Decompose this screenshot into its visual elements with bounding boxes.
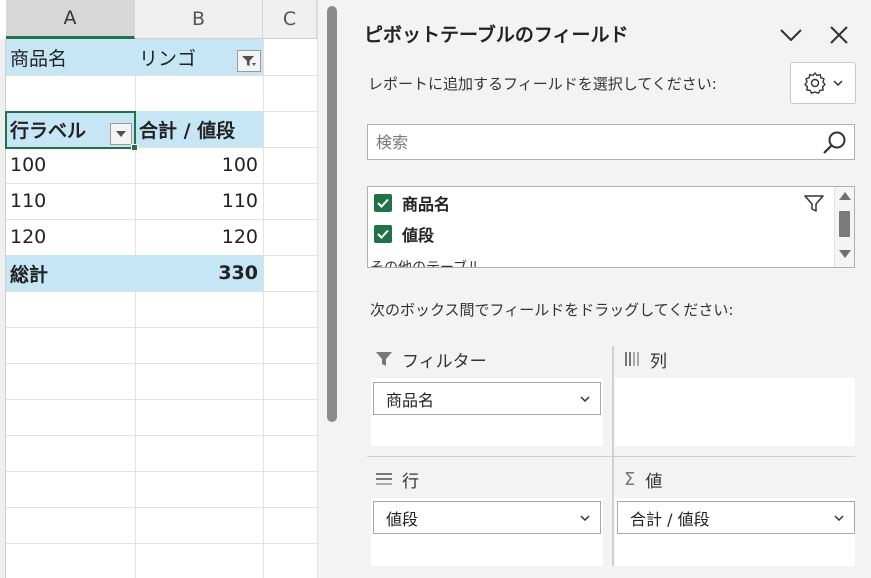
excel-window: A B C 商品名 リンゴ 行ラベル 合計 / 値段 100 100 110 1… bbox=[0, 0, 871, 578]
chip-label: 合計 / 値段 bbox=[630, 509, 710, 529]
grid-line bbox=[6, 507, 317, 508]
value-cell[interactable]: 100 bbox=[135, 147, 263, 183]
grid-line bbox=[6, 75, 317, 76]
row-labels-dropdown-button[interactable] bbox=[110, 123, 132, 145]
field-item-product[interactable]: 商品名 bbox=[374, 189, 450, 217]
pane-options-button[interactable] bbox=[778, 22, 804, 48]
column-header-c[interactable]: C bbox=[263, 0, 317, 39]
chevron-down-icon[interactable] bbox=[580, 395, 590, 402]
pivot-field-pane: ピボットテーブルのフィールド レポートに追加するフィールドを選択してください: bbox=[348, 0, 871, 578]
fill-handle[interactable] bbox=[131, 144, 138, 151]
grid-line bbox=[6, 435, 317, 436]
scrollbar-thumb[interactable] bbox=[327, 6, 337, 422]
field-search-input[interactable] bbox=[368, 125, 808, 159]
field-item-label: 値段 bbox=[402, 226, 435, 245]
field-list-scrollbar[interactable] bbox=[834, 187, 854, 267]
columns-area-label: 列 bbox=[650, 351, 667, 372]
chevron-down-icon[interactable] bbox=[580, 514, 590, 521]
areas-instruction: 次のボックス間でフィールドをドラッグしてください: bbox=[370, 301, 734, 319]
search-icon[interactable] bbox=[822, 130, 848, 156]
field-search-box bbox=[367, 124, 855, 160]
rows-area-label: 行 bbox=[402, 471, 419, 492]
chip-label: 値段 bbox=[386, 509, 419, 529]
filter-field-chip[interactable]: 商品名 bbox=[373, 382, 601, 415]
value-cell[interactable]: 120 bbox=[135, 219, 263, 255]
field-list: 商品名 値段 その他のテーブル... bbox=[367, 186, 855, 268]
value-field-chip[interactable]: 合計 / 値段 bbox=[617, 501, 855, 534]
scroll-down-arrow-icon[interactable] bbox=[839, 250, 851, 258]
scrollbar-thumb[interactable] bbox=[839, 211, 850, 237]
close-icon bbox=[830, 26, 848, 44]
chip-label: 商品名 bbox=[386, 390, 435, 410]
field-item-price[interactable]: 値段 bbox=[374, 220, 434, 248]
filters-area-header: フィルター bbox=[376, 347, 487, 372]
grid-line bbox=[6, 543, 317, 544]
grand-total-value-cell[interactable]: 330 bbox=[135, 255, 263, 291]
worksheet-grid: A B C 商品名 リンゴ 行ラベル 合計 / 値段 100 100 110 1… bbox=[0, 0, 317, 578]
chevron-down-icon bbox=[833, 80, 843, 86]
tools-button[interactable] bbox=[790, 62, 856, 104]
field-item-label: 商品名 bbox=[402, 195, 451, 214]
field-list-instruction: レポートに追加するフィールドを選択してください: bbox=[368, 75, 717, 93]
columns-area-header: 列 bbox=[624, 347, 667, 372]
grid-line bbox=[6, 363, 317, 364]
scroll-up-arrow-icon[interactable] bbox=[839, 192, 851, 200]
filters-area-label: フィルター bbox=[402, 351, 487, 372]
row-field-chip[interactable]: 値段 bbox=[373, 501, 601, 534]
chevron-down-icon[interactable] bbox=[834, 514, 844, 521]
values-area-header: Σ 値 bbox=[624, 467, 663, 492]
values-drop-area[interactable]: 合計 / 値段 bbox=[615, 498, 855, 566]
checkbox-icon[interactable] bbox=[374, 225, 392, 243]
other-tables-link[interactable]: その他のテーブル... bbox=[370, 257, 495, 267]
gear-icon bbox=[804, 72, 826, 94]
sum-header-cell[interactable]: 合計 / 値段 bbox=[135, 111, 263, 147]
row-label-cell[interactable]: 100 bbox=[6, 147, 135, 183]
grid-line bbox=[6, 471, 317, 472]
columns-icon bbox=[625, 352, 639, 366]
area-divider bbox=[367, 456, 855, 457]
columns-drop-area[interactable] bbox=[615, 378, 855, 446]
grand-total-label-cell[interactable]: 総計 bbox=[6, 255, 135, 291]
chevron-down-icon bbox=[780, 29, 802, 41]
values-area-label: 値 bbox=[645, 471, 663, 492]
grid-line bbox=[263, 39, 264, 578]
sigma-icon: Σ bbox=[624, 468, 636, 490]
filters-drop-area[interactable]: 商品名 bbox=[371, 378, 603, 446]
row-label-cell[interactable]: 120 bbox=[6, 219, 135, 255]
row-label-cell[interactable]: 110 bbox=[6, 183, 135, 219]
rows-drop-area[interactable]: 値段 bbox=[371, 498, 603, 566]
filter-icon bbox=[242, 56, 256, 66]
pane-close-button[interactable] bbox=[826, 22, 852, 48]
rows-icon bbox=[376, 473, 392, 485]
filter-icon bbox=[376, 352, 392, 366]
rows-area-header: 行 bbox=[376, 467, 419, 492]
grid-line bbox=[6, 399, 317, 400]
value-cell[interactable]: 110 bbox=[135, 183, 263, 219]
pane-title: ピボットテーブルのフィールド bbox=[364, 24, 629, 46]
filter-icon[interactable] bbox=[804, 195, 824, 213]
pivot-filter-label-cell[interactable]: 商品名 bbox=[6, 39, 135, 75]
pivot-filter-dropdown-button[interactable] bbox=[237, 50, 261, 72]
grid-line bbox=[6, 291, 317, 292]
column-header-a[interactable]: A bbox=[6, 0, 135, 39]
checkbox-icon[interactable] bbox=[374, 194, 392, 212]
grid-line bbox=[6, 327, 317, 328]
column-header-b[interactable]: B bbox=[135, 0, 263, 39]
sheet-vertical-scrollbar[interactable] bbox=[317, 0, 347, 578]
dropdown-arrow-icon bbox=[116, 131, 126, 137]
